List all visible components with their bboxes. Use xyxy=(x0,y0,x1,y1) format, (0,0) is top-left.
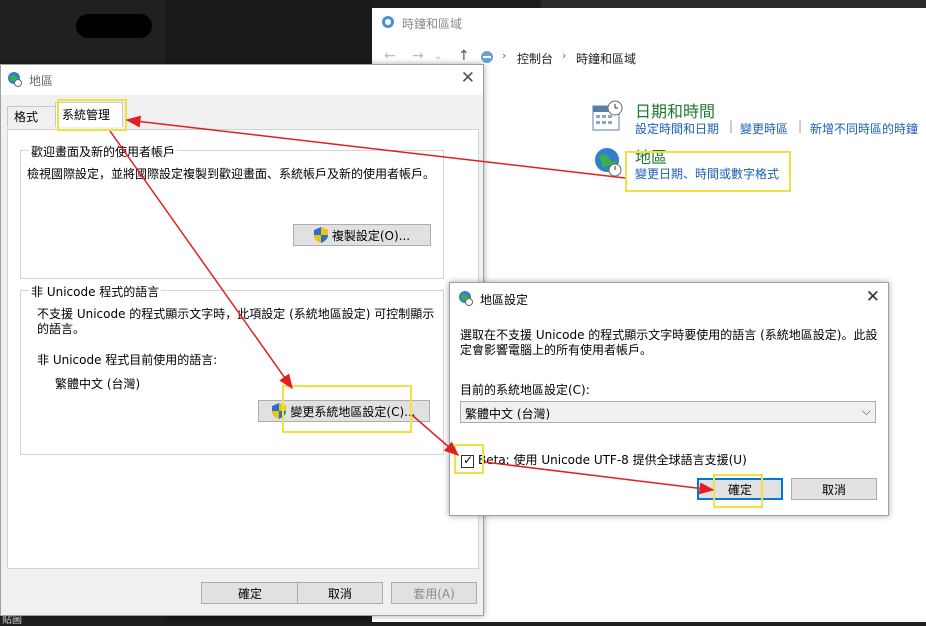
arrow-admin-tab-to-change-button xyxy=(109,130,293,390)
arrow-checkbox-to-ok xyxy=(483,461,715,495)
arrow-change-button-to-checkbox xyxy=(411,414,460,456)
arrow-region-to-admin-tab xyxy=(125,115,626,179)
annotation-arrows xyxy=(109,115,715,495)
